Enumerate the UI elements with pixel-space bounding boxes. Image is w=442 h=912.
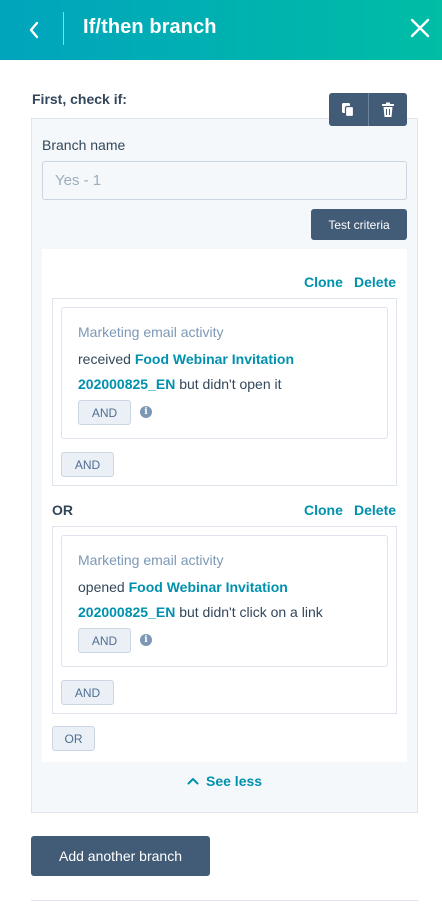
- chevron-up-icon: [187, 778, 199, 785]
- clone-group-button[interactable]: Clone: [304, 274, 343, 290]
- branch-name-input[interactable]: [42, 161, 407, 200]
- and-filter-button[interactable]: AND: [61, 452, 114, 477]
- criteria-text-line2: 202000825_EN but didn't click on a link: [78, 599, 323, 625]
- email-link-continued[interactable]: 202000825_EN: [78, 604, 175, 620]
- delete-branch-button[interactable]: [367, 93, 408, 126]
- section-label: First, check if:: [32, 91, 127, 107]
- close-button[interactable]: [402, 12, 438, 44]
- panel-header: If/then branch: [0, 0, 442, 60]
- criteria-text-line1: opened Food Webinar Invitation: [78, 574, 288, 600]
- bottom-divider: [31, 900, 418, 901]
- and-criteria-button[interactable]: AND: [78, 628, 131, 653]
- info-icon[interactable]: i: [140, 406, 152, 418]
- back-button[interactable]: [18, 14, 50, 46]
- see-less-link[interactable]: See less: [187, 773, 262, 789]
- header-divider: [63, 12, 64, 45]
- email-link[interactable]: Food Webinar Invitation: [129, 579, 288, 595]
- criteria-text-line1: received Food Webinar Invitation: [78, 346, 294, 372]
- see-less-label: See less: [206, 773, 263, 789]
- delete-group-button[interactable]: Delete: [354, 274, 396, 290]
- test-criteria-button[interactable]: Test criteria: [311, 209, 407, 240]
- email-link-continued[interactable]: 202000825_EN: [78, 376, 175, 392]
- or-group-button[interactable]: OR: [52, 726, 95, 751]
- branch-name-label: Branch name: [42, 137, 126, 153]
- panel-title: If/then branch: [83, 16, 217, 38]
- criteria-category: Marketing email activity: [78, 324, 224, 340]
- criteria-suffix: but didn't click on a link: [175, 604, 323, 620]
- chevron-left-icon: [29, 21, 39, 39]
- delete-group-button[interactable]: Delete: [354, 502, 396, 518]
- copy-icon: [342, 102, 355, 117]
- criteria-verb: received: [78, 351, 135, 367]
- add-another-branch-button[interactable]: Add another branch: [31, 836, 210, 876]
- clone-group-button[interactable]: Clone: [304, 502, 343, 518]
- email-link[interactable]: Food Webinar Invitation: [135, 351, 294, 367]
- criteria-verb: opened: [78, 579, 129, 595]
- close-icon: [410, 18, 430, 38]
- branch-toolbar: [329, 93, 407, 126]
- criteria-text-line2: 202000825_EN but didn't open it: [78, 371, 282, 397]
- or-connector: OR: [52, 502, 73, 518]
- criteria-suffix: but didn't open it: [175, 376, 282, 392]
- info-icon[interactable]: i: [140, 634, 152, 646]
- trash-icon: [381, 102, 394, 117]
- and-filter-button[interactable]: AND: [61, 680, 114, 705]
- criteria-category: Marketing email activity: [78, 552, 224, 568]
- and-criteria-button[interactable]: AND: [78, 400, 131, 425]
- clone-branch-button[interactable]: [329, 93, 368, 126]
